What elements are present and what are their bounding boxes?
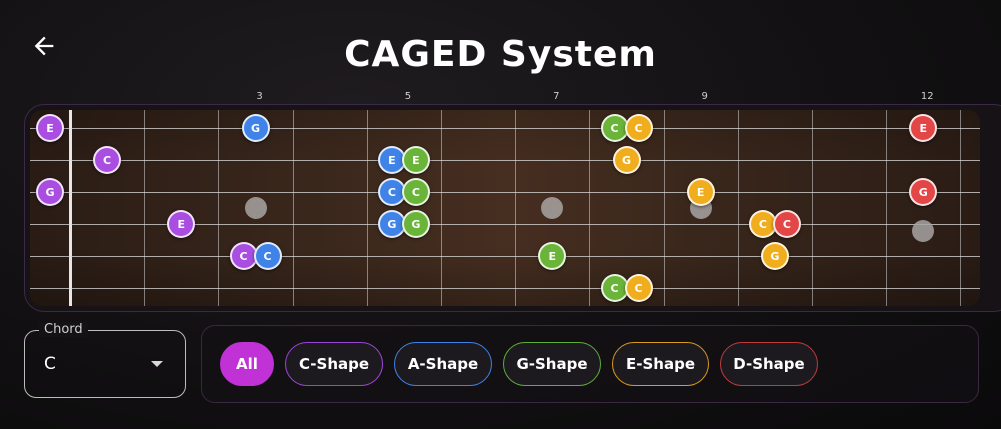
- note-marker[interactable]: E: [36, 114, 64, 142]
- fret-wire: [366, 110, 368, 306]
- chord-select[interactable]: Chord C: [24, 322, 186, 398]
- fret-number-label: 12: [920, 91, 934, 102]
- fret-wire: [144, 110, 146, 306]
- note-marker[interactable]: G: [241, 114, 270, 142]
- note-marker[interactable]: E: [167, 210, 196, 238]
- guitar-string: [30, 256, 980, 257]
- note-marker[interactable]: G: [760, 242, 789, 270]
- fret-wire: [515, 110, 517, 306]
- page-title: CAGED System: [344, 34, 657, 75]
- nut: [69, 110, 72, 306]
- fret-inlay-dot: [912, 220, 935, 242]
- fret-number-label: 9: [701, 91, 708, 102]
- note-marker[interactable]: E: [909, 114, 938, 142]
- note-marker[interactable]: C: [624, 274, 653, 302]
- note-marker[interactable]: E: [401, 146, 430, 174]
- chord-select-value: C: [44, 354, 56, 374]
- fret-wire: [737, 110, 739, 306]
- fret-number-label: 7: [553, 91, 560, 102]
- chip-c-shape[interactable]: C-Shape: [285, 342, 383, 386]
- fret-wire: [886, 110, 888, 306]
- chip-e-shape[interactable]: E-Shape: [612, 342, 709, 386]
- fret-wire: [589, 110, 591, 306]
- fret-number-label: 3: [256, 91, 263, 102]
- fret-wire: [218, 110, 220, 306]
- chip-a-shape[interactable]: A-Shape: [394, 342, 492, 386]
- chip-g-shape[interactable]: G-Shape: [503, 342, 601, 386]
- guitar-string: [30, 192, 980, 193]
- chord-select-label: Chord: [39, 322, 88, 337]
- fret-inlay-dot: [244, 197, 267, 219]
- fretboard[interactable]: EGCCECEEGGCCEGEGGCCCCEGCC: [30, 110, 980, 306]
- note-marker[interactable]: G: [909, 178, 938, 206]
- note-marker[interactable]: C: [253, 242, 282, 270]
- fret-wire: [441, 110, 442, 306]
- fret-inlay-dot: [541, 197, 564, 219]
- note-marker[interactable]: C: [93, 146, 122, 174]
- guitar-string: [30, 288, 980, 289]
- note-marker[interactable]: E: [538, 242, 567, 270]
- note-marker[interactable]: E: [686, 178, 715, 206]
- fret-wire: [812, 110, 813, 306]
- fret-wire: [663, 110, 665, 306]
- chip-d-shape[interactable]: D-Shape: [720, 342, 818, 386]
- note-marker[interactable]: G: [612, 146, 641, 174]
- fret-wire: [292, 110, 294, 306]
- note-marker[interactable]: C: [772, 210, 801, 238]
- note-marker[interactable]: G: [36, 178, 64, 206]
- fret-number-label: 5: [404, 91, 412, 102]
- note-marker[interactable]: C: [401, 178, 430, 206]
- guitar-string: [30, 160, 980, 161]
- note-marker[interactable]: C: [624, 114, 653, 142]
- guitar-string: [30, 128, 980, 129]
- note-marker[interactable]: G: [401, 210, 430, 238]
- fret-wire: [960, 110, 962, 306]
- caret-down-icon: [151, 361, 163, 367]
- chip-all[interactable]: All: [220, 342, 274, 386]
